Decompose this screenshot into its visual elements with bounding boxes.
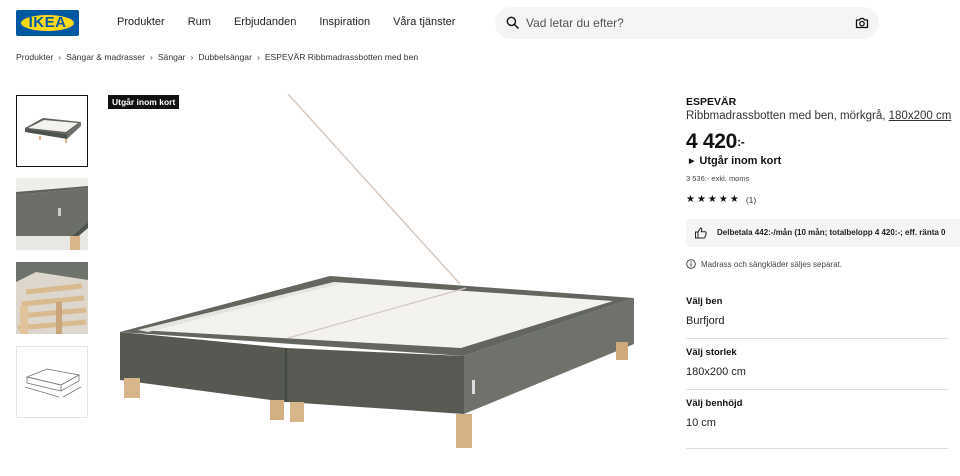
divider bbox=[686, 448, 948, 449]
info-icon bbox=[686, 259, 696, 269]
breadcrumb-item[interactable]: Sängar & madrasser bbox=[66, 52, 145, 62]
note-text: Madrass och sängkläder säljes separat. bbox=[701, 259, 842, 269]
bed-slats-image bbox=[16, 262, 88, 334]
financing-text: Delbetala 442:-/mån (10 mån; totalbelopp… bbox=[717, 228, 946, 237]
price-suffix: :- bbox=[737, 135, 745, 149]
product-brand: ESPEVÄR bbox=[686, 96, 737, 108]
product-description: Ribbmadrassbotten med ben, mörkgrå, 180x… bbox=[686, 110, 960, 122]
rating[interactable]: ★★★★★ (1) bbox=[686, 194, 756, 205]
option-size[interactable]: Välj storlek 180x200 cm bbox=[686, 347, 948, 378]
financing-banner[interactable]: Delbetala 442:-/mån (10 mån; totalbelopp… bbox=[686, 219, 960, 247]
status-text: Utgår inom kort bbox=[699, 155, 782, 167]
thumbnail-bed-slats[interactable] bbox=[16, 262, 88, 334]
camera-icon[interactable] bbox=[855, 16, 869, 30]
price-main: 4 420 bbox=[686, 130, 738, 153]
divider bbox=[686, 338, 948, 339]
bed-main-image bbox=[120, 93, 634, 448]
option-label: Välj storlek bbox=[686, 347, 737, 358]
search-icon[interactable] bbox=[506, 16, 519, 29]
search-input[interactable] bbox=[526, 7, 836, 39]
caret-right-icon: ▶ bbox=[689, 158, 695, 165]
bed-dimension-drawing bbox=[24, 368, 82, 398]
thumbnail-bed-corner[interactable] bbox=[16, 178, 88, 250]
thumbnail-bed-front[interactable] bbox=[16, 95, 88, 167]
ikea-logo[interactable]: IKEA bbox=[16, 10, 79, 36]
bed-thumbnail-image bbox=[25, 118, 81, 143]
option-legs[interactable]: Välj ben Burfjord bbox=[686, 296, 948, 327]
main-nav: Produkter Rum Erbjudanden Inspiration Vå… bbox=[117, 16, 478, 28]
thumbnail-bed-dimensions[interactable] bbox=[16, 346, 88, 418]
breadcrumb-item[interactable]: Produkter bbox=[16, 52, 53, 62]
thumbs-up-icon bbox=[695, 227, 707, 239]
product-price: 4 420:- bbox=[686, 130, 745, 154]
breadcrumb-item-current[interactable]: ESPEVÄR Ribbmadrassbotten med ben bbox=[265, 52, 418, 62]
star-rating-icons: ★★★★★ bbox=[686, 194, 741, 205]
price-excl-vat: 3 536:- exkl. moms bbox=[686, 174, 750, 183]
option-value: Burfjord bbox=[686, 315, 725, 327]
chevron-right-icon: › bbox=[149, 52, 153, 62]
product-note: Madrass och sängkläder säljes separat. bbox=[686, 259, 842, 269]
size-link[interactable]: 180x200 cm bbox=[889, 110, 952, 122]
site-header: IKEA Produkter Rum Erbjudanden Inspirati… bbox=[0, 0, 960, 46]
breadcrumb: Produkter › Sängar & madrasser › Sängar … bbox=[16, 52, 418, 62]
product-description-text: Ribbmadrassbotten med ben, mörkgrå, bbox=[686, 110, 889, 122]
divider bbox=[686, 389, 948, 390]
logo-text: IKEA bbox=[28, 14, 67, 31]
rating-count: (1) bbox=[745, 194, 757, 205]
nav-item-inspiration[interactable]: Inspiration bbox=[319, 16, 370, 28]
product-header: ESPEVÄR Ribbmadrassbotten med ben, mörkg… bbox=[686, 96, 960, 122]
chevron-right-icon: › bbox=[256, 52, 260, 62]
chevron-right-icon: › bbox=[190, 52, 194, 62]
option-label: Välj ben bbox=[686, 296, 723, 307]
option-leg-height[interactable]: Välj benhöjd 10 cm bbox=[686, 398, 948, 429]
bed-corner-image bbox=[16, 178, 88, 250]
nav-item-produkter[interactable]: Produkter bbox=[117, 16, 165, 28]
nav-item-erbjudanden[interactable]: Erbjudanden bbox=[234, 16, 296, 28]
availability-status: ▶ Utgår inom kort bbox=[689, 155, 781, 167]
search-bar[interactable] bbox=[495, 7, 879, 39]
option-label: Välj benhöjd bbox=[686, 398, 743, 409]
discontinued-badge: Utgår inom kort bbox=[108, 95, 180, 109]
product-main-image[interactable] bbox=[108, 93, 646, 454]
nav-item-rum[interactable]: Rum bbox=[188, 16, 211, 28]
breadcrumb-item[interactable]: Dubbelsängar bbox=[198, 52, 252, 62]
nav-item-vara-tjanster[interactable]: Våra tjänster bbox=[393, 16, 455, 28]
chevron-right-icon: › bbox=[58, 52, 62, 62]
option-value: 10 cm bbox=[686, 417, 716, 429]
breadcrumb-item[interactable]: Sängar bbox=[158, 52, 186, 62]
option-value: 180x200 cm bbox=[686, 366, 746, 378]
